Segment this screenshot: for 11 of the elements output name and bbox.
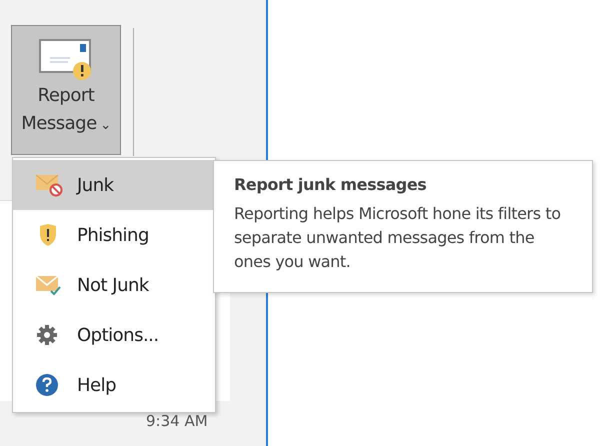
menu-item[interactable]: Phishing (13, 210, 215, 260)
junk-envelope-icon (35, 173, 65, 197)
tooltip-text: Reporting helps Microsoft hone its filters to separate unwanted messages from the ones you want. (234, 203, 562, 273)
report-message-button[interactable]: Report Message ⌄ (11, 25, 121, 155)
message-time: 9:34 AM (146, 412, 208, 430)
menu-item[interactable]: Junk (13, 160, 215, 210)
menu-item[interactable]: Not Junk (13, 260, 215, 310)
menu-item[interactable]: Help (13, 360, 215, 410)
tooltip-title: Report junk messages (234, 175, 428, 194)
envelope-warning-icon (38, 38, 94, 82)
menu-item[interactable]: Options... (13, 310, 215, 360)
